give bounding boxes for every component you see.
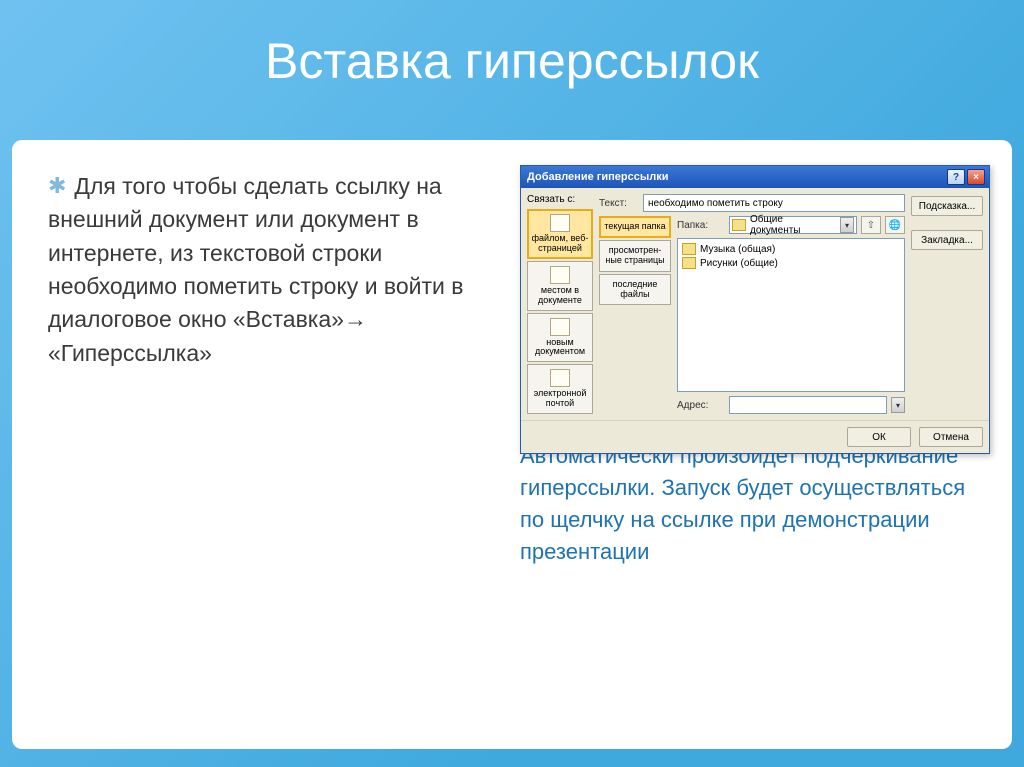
scope-label: последние файлы [613,279,658,299]
list-item[interactable]: Музыка (общая) [682,243,900,255]
up-folder-icon[interactable]: ⇧ [861,216,881,234]
screentip-button[interactable]: Подсказка... [911,196,983,216]
scope-label: просмотрен-ные страницы [605,245,664,265]
bookmark-button[interactable]: Закладка... [911,230,983,250]
btn-label: Подсказка... [919,201,975,212]
help-icon[interactable]: ? [947,169,965,185]
dialog-body: Связать с: файлом, веб-страницей местом … [521,188,989,420]
new-doc-icon [550,318,570,336]
text-value: необходимо пометить строку [648,198,783,209]
main-column: Папка: Общие документы ▾ ⇧ 🌐 [677,216,905,414]
text-row: Текст: необходимо пометить строку [599,194,905,212]
btn-label: Закладка... [921,235,973,246]
folder-icon [682,243,696,255]
hyperlink-dialog: Добавление гиперссылки ? × Связать с: фа… [520,165,990,454]
folder-icon [682,257,696,269]
file-list[interactable]: Музыка (общая) Рисунки (общие) [677,238,905,392]
text-label: Текст: [599,198,639,209]
nav-email[interactable]: электронной почтой [527,364,593,414]
globe-file-icon [550,214,570,232]
right-buttons-column: Подсказка... Закладка... [911,194,983,414]
nav-label: новым документом [530,338,590,358]
cancel-button[interactable]: Отмена [919,427,983,447]
slide-title: Вставка гиперссылок [0,32,1024,90]
scope-label: текущая папка [604,221,665,231]
document-icon [550,266,570,284]
dialog-title: Добавление гиперссылки [527,171,668,183]
bullet-icon: ✱ [48,170,68,202]
chevron-down-icon[interactable]: ▾ [840,217,854,233]
link-to-label: Связать с: [527,194,593,205]
list-item[interactable]: Рисунки (общие) [682,257,900,269]
link-to-column: Связать с: файлом, веб-страницей местом … [527,194,593,414]
nav-new-doc[interactable]: новым документом [527,313,593,363]
right-text: Автоматически произойдет подчеркивание г… [520,443,965,564]
scope-recent-files[interactable]: последние файлы [599,274,671,306]
nav-file-web[interactable]: файлом, веб-страницей [527,209,593,259]
folder-value: Общие документы [750,214,836,236]
btn-label: ОК [872,432,886,443]
scope-current-folder[interactable]: текущая папка [599,216,671,238]
address-row: Адрес: ▾ [677,396,905,414]
btn-label: Отмена [933,432,969,443]
mail-icon [550,369,570,387]
folder-row: Папка: Общие документы ▾ ⇧ 🌐 [677,216,905,234]
right-paragraph: Автоматически произойдет подчеркивание г… [520,440,990,568]
nav-place-in-doc[interactable]: местом в документе [527,261,593,311]
address-field[interactable] [729,396,887,414]
folder-label: Папка: [677,220,725,231]
close-icon[interactable]: × [967,169,985,185]
browse-scope-column: текущая папка просмотрен-ные страницы по… [599,216,671,414]
dialog-titlebar[interactable]: Добавление гиперссылки ? × [521,166,989,188]
left-text: Для того чтобы сделать ссылку на внешний… [48,173,464,366]
nav-label: файлом, веб-страницей [530,234,590,254]
chevron-down-icon[interactable]: ▾ [891,397,905,413]
address-label: Адрес: [677,400,725,411]
nav-label: местом в документе [530,286,590,306]
ok-button[interactable]: ОК [847,427,911,447]
text-field[interactable]: необходимо пометить строку [643,194,905,212]
browse-web-icon[interactable]: 🌐 [885,216,905,234]
dialog-footer: ОК Отмена [521,420,989,453]
file-name: Музыка (общая) [700,244,775,255]
folder-icon [732,219,746,231]
nav-label: электронной почтой [530,389,590,409]
file-name: Рисунки (общие) [700,258,778,269]
slide: Вставка гиперссылок ✱ Для того чтобы сде… [0,0,1024,767]
left-paragraph: ✱ Для того чтобы сделать ссылку на внешн… [48,170,468,370]
folder-dropdown[interactable]: Общие документы ▾ [729,216,857,234]
scope-browsed-pages[interactable]: просмотрен-ные страницы [599,240,671,272]
